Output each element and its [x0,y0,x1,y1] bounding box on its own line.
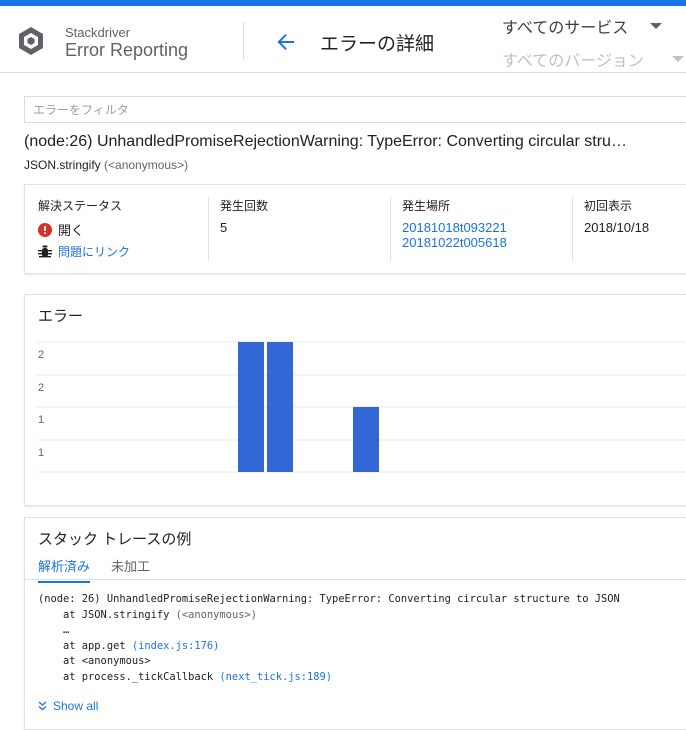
stack-frame: at JSON.stringify (<anonymous>) [38,608,257,621]
brand-name: Stackdriver [65,25,131,40]
error-chart: 2 2 1 1 [37,341,686,473]
tab-raw[interactable]: 未加工 [111,556,150,581]
back-button[interactable] [272,30,300,54]
first-seen-label: 初回表示 [584,199,633,213]
resolution-label: 解決ステータス [38,199,123,213]
y-tick-label: 2 [38,382,44,394]
stack-trace-card: スタック トレースの例 解析済み 未加工 (node: 26) Unhandle… [24,517,686,730]
page-title: エラーの詳細 [320,34,435,55]
column-divider [208,197,209,261]
tab-parsed[interactable]: 解析済み [38,556,91,583]
frame-context: (<anonymous>) [175,608,257,621]
first-seen-value: 2018/10/18 [584,220,650,235]
product-name: Error Reporting [65,40,189,60]
error-chart-card: エラー 2211 [24,294,686,506]
version-select[interactable]: すべてのバージョン [502,47,684,71]
y-tick-label: 1 [38,414,44,426]
stack-frame: (node: 26) UnhandledPromiseRejectionWarn… [38,593,620,605]
chart-bar[interactable] [267,342,293,472]
stack-frame: at app.get (index.js:176) [38,639,220,652]
column-divider [390,197,391,261]
show-all-label: Show all [53,699,99,713]
stackdriver-logo-icon [19,27,43,55]
stack-frame: at <anonymous> [38,655,151,667]
source-link[interactable]: (index.js:176) [132,640,220,652]
y-tick-label: 2 [38,349,44,361]
status-value: 開く [58,223,85,238]
version-select-value: すべてのバージョン [502,53,644,70]
occurrence-count: 5 [220,220,228,235]
count-label: 発生回数 [220,199,269,213]
stack-frame: at process._tickCallback (next_tick.js:1… [38,670,333,683]
chart-bar[interactable] [353,407,379,472]
stack-trace-text: (node: 26) UnhandledPromiseRejectionWarn… [38,592,620,685]
error-context: (<anonymous>) [104,158,189,172]
source-link[interactable]: (next_tick.js:189) [219,671,332,683]
stack-trace-tabs: 解析済み 未加工 [25,556,686,583]
error-stats-card: 解決ステータス 開く 問題にリンク 発生回数 5 発生場所 20181018t0… [24,184,686,274]
status-dropdown[interactable]: 開く [38,220,130,239]
location-column: 発生場所 20181018t093221 20181022t005618 [402,197,507,250]
resolution-column: 解決ステータス 開く 問題にリンク [38,197,130,264]
stack-trace-title: スタック トレースの例 [38,531,192,548]
link-issue-button[interactable]: 問題にリンク [38,243,130,260]
error-status-icon [38,222,52,237]
show-all-button[interactable]: Show all [38,699,98,713]
error-filter-input[interactable] [24,96,686,123]
bug-icon [38,245,52,257]
location-link[interactable]: 20181022t005618 [402,235,507,250]
header-divider [243,22,244,60]
link-issue-label: 問題にリンク [58,245,131,259]
location-label: 発生場所 [402,199,451,213]
double-chevron-down-icon [38,701,47,711]
stack-frame: … [38,624,70,636]
chevron-down-icon [671,56,684,62]
count-column: 発生回数 5 [220,197,268,235]
y-tick-label: 1 [38,447,44,459]
error-title: (node:26) UnhandledPromiseRejectionWarni… [24,133,627,150]
service-select[interactable]: すべてのサービス [502,14,663,38]
first-seen-column: 初回表示 2018/10/18 [584,197,649,235]
service-select-value: すべてのサービス [502,20,629,37]
chart-bar[interactable] [238,342,264,472]
error-subtitle: JSON.stringify (<anonymous>) [24,158,188,172]
chevron-down-icon [650,23,663,29]
app-header: Stackdriver Error Reporting エラーの詳細 すべてのサ… [0,6,686,73]
arrow-back-icon [277,34,294,50]
location-link[interactable]: 20181018t093221 [402,220,507,235]
error-function: JSON.stringify [24,158,101,172]
column-divider [572,197,573,261]
